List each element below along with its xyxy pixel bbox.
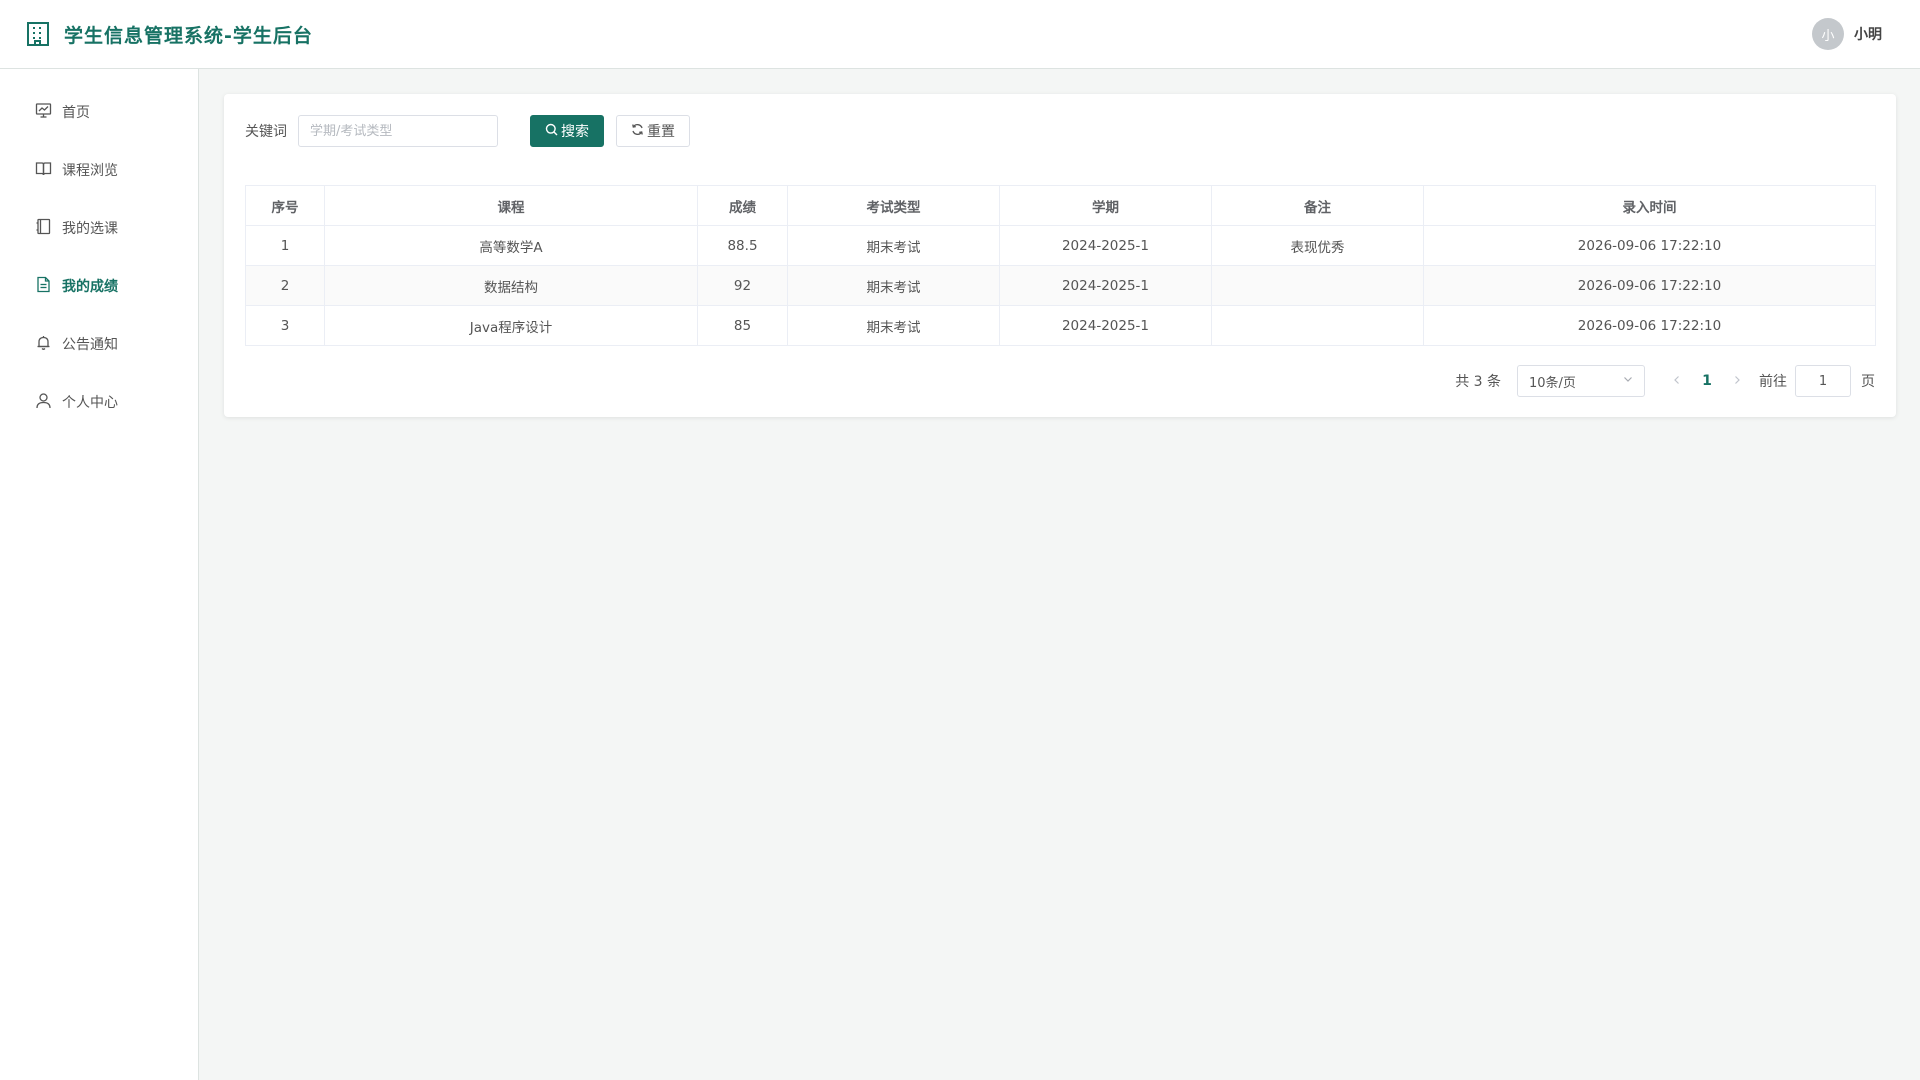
sidebar-item-label: 我的选课 — [62, 221, 118, 237]
search-button[interactable]: 搜索 — [530, 115, 604, 147]
cell-score: 88.5 — [697, 225, 788, 266]
refresh-icon — [631, 123, 644, 140]
page-size-value: 10条/页 — [1529, 375, 1576, 391]
sidebar-item-notices[interactable]: 公告通知 — [0, 315, 198, 373]
column-header-remark[interactable]: 备注 — [1211, 185, 1424, 226]
cell-index: 1 — [245, 225, 325, 266]
sidebar-item-label: 首页 — [62, 105, 90, 121]
sidebar-item-profile[interactable]: 个人中心 — [0, 373, 198, 431]
sidebar: 首页 课程浏览 我的选课 我的成绩 公告通知 个人中心 — [0, 69, 199, 1080]
page-size-select[interactable]: 10条/页 — [1517, 365, 1645, 397]
keyword-label: 关键词 — [245, 124, 287, 140]
user-icon — [35, 392, 52, 413]
presentation-icon — [35, 102, 52, 123]
sidebar-item-label: 课程浏览 — [62, 163, 118, 179]
chevron-down-icon — [1622, 373, 1634, 389]
keyword-input[interactable] — [298, 115, 498, 147]
cell-exam-type: 期末考试 — [787, 305, 1000, 346]
cell-entry-time: 2026-09-06 17:22:10 — [1423, 265, 1876, 306]
chevron-left-icon — [1672, 373, 1682, 389]
search-button-label: 搜索 — [561, 124, 589, 140]
cell-score: 92 — [697, 265, 788, 306]
cell-remark — [1211, 305, 1424, 346]
top-header: 学生信息管理系统-学生后台 小 小明 — [0, 0, 1920, 69]
notebook-icon — [35, 218, 52, 239]
cell-course: Java程序设计 — [324, 305, 698, 346]
username[interactable]: 小明 — [1854, 24, 1882, 44]
sidebar-item-label: 我的成绩 — [62, 279, 118, 295]
cell-index: 3 — [245, 305, 325, 346]
sidebar-item-label: 个人中心 — [62, 395, 118, 411]
cell-term: 2024-2025-1 — [999, 225, 1212, 266]
bell-icon — [35, 334, 52, 355]
book-open-icon — [35, 160, 52, 181]
column-header-score[interactable]: 成绩 — [697, 185, 788, 226]
cell-remark — [1211, 265, 1424, 306]
cell-index: 2 — [245, 265, 325, 306]
sidebar-item-label: 公告通知 — [62, 337, 118, 353]
pagination: 共 3 条 10条/页 1 前往 页 — [245, 365, 1875, 397]
cell-course: 高等数学A — [324, 225, 698, 266]
table-header-row: 序号 课程 成绩 考试类型 学期 备注 录入时间 — [245, 185, 1876, 226]
sidebar-item-my-grades[interactable]: 我的成绩 — [0, 257, 198, 315]
cell-entry-time: 2026-09-06 17:22:10 — [1423, 225, 1876, 266]
brand: 学生信息管理系统-学生后台 — [26, 21, 313, 48]
reset-button-label: 重置 — [647, 124, 675, 140]
page-number-current[interactable]: 1 — [1689, 373, 1725, 389]
avatar[interactable]: 小 — [1812, 18, 1844, 50]
user-menu[interactable]: 小 小明 — [1812, 18, 1882, 50]
sidebar-item-my-selection[interactable]: 我的选课 — [0, 199, 198, 257]
grades-table: 序号 课程 成绩 考试类型 学期 备注 录入时间 1 高等数学A 88.5 期末… — [245, 185, 1876, 346]
chevron-right-icon — [1732, 373, 1742, 389]
cell-exam-type: 期末考试 — [787, 225, 1000, 266]
document-icon — [35, 276, 52, 297]
sidebar-item-home[interactable]: 首页 — [0, 83, 198, 141]
page-suffix: 页 — [1861, 374, 1875, 390]
column-header-index[interactable]: 序号 — [245, 185, 325, 226]
search-bar: 关键词 搜索 重置 — [245, 115, 1875, 147]
cell-score: 85 — [697, 305, 788, 346]
column-header-course[interactable]: 课程 — [324, 185, 698, 226]
table-row[interactable]: 3 Java程序设计 85 期末考试 2024-2025-1 2026-09-0… — [245, 305, 1876, 346]
sidebar-item-courses[interactable]: 课程浏览 — [0, 141, 198, 199]
cell-entry-time: 2026-09-06 17:22:10 — [1423, 305, 1876, 346]
total-count: 共 3 条 — [1455, 374, 1501, 390]
app-title: 学生信息管理系统-学生后台 — [64, 24, 313, 47]
cell-exam-type: 期末考试 — [787, 265, 1000, 306]
goto-label: 前往 — [1759, 374, 1787, 390]
column-header-term[interactable]: 学期 — [999, 185, 1212, 226]
cell-remark: 表现优秀 — [1211, 225, 1424, 266]
table-row[interactable]: 2 数据结构 92 期末考试 2024-2025-1 2026-09-06 17… — [245, 265, 1876, 306]
cell-course: 数据结构 — [324, 265, 698, 306]
reset-button[interactable]: 重置 — [616, 115, 690, 147]
next-page-button[interactable] — [1725, 373, 1749, 389]
table-row[interactable]: 1 高等数学A 88.5 期末考试 2024-2025-1 表现优秀 2026-… — [245, 225, 1876, 266]
column-header-entry-time[interactable]: 录入时间 — [1423, 185, 1876, 226]
column-header-exam-type[interactable]: 考试类型 — [787, 185, 1000, 226]
cell-term: 2024-2025-1 — [999, 305, 1212, 346]
cell-term: 2024-2025-1 — [999, 265, 1212, 306]
search-icon — [545, 123, 558, 140]
building-icon — [26, 21, 50, 47]
prev-page-button[interactable] — [1665, 373, 1689, 389]
grades-card: 关键词 搜索 重置 序号 — [224, 94, 1896, 417]
goto-page-input[interactable] — [1795, 365, 1851, 397]
